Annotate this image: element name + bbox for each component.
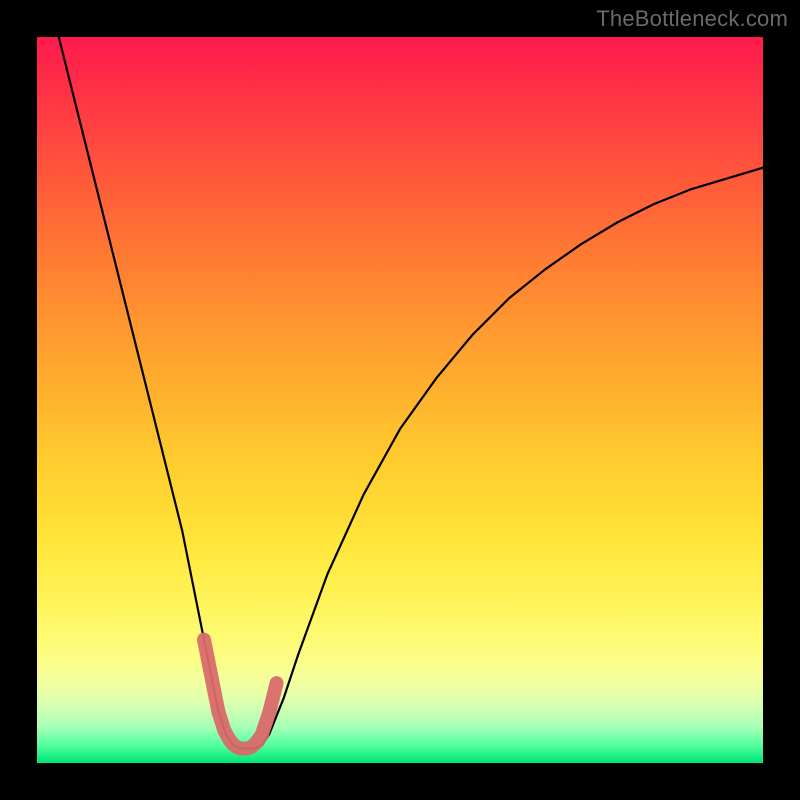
watermark-text: TheBottleneck.com	[596, 6, 788, 32]
minimum-highlight	[204, 640, 277, 749]
plot-area	[37, 37, 763, 763]
bottleneck-curve	[59, 37, 763, 748]
chart-frame: TheBottleneck.com	[0, 0, 800, 800]
curve-layer	[37, 37, 763, 763]
